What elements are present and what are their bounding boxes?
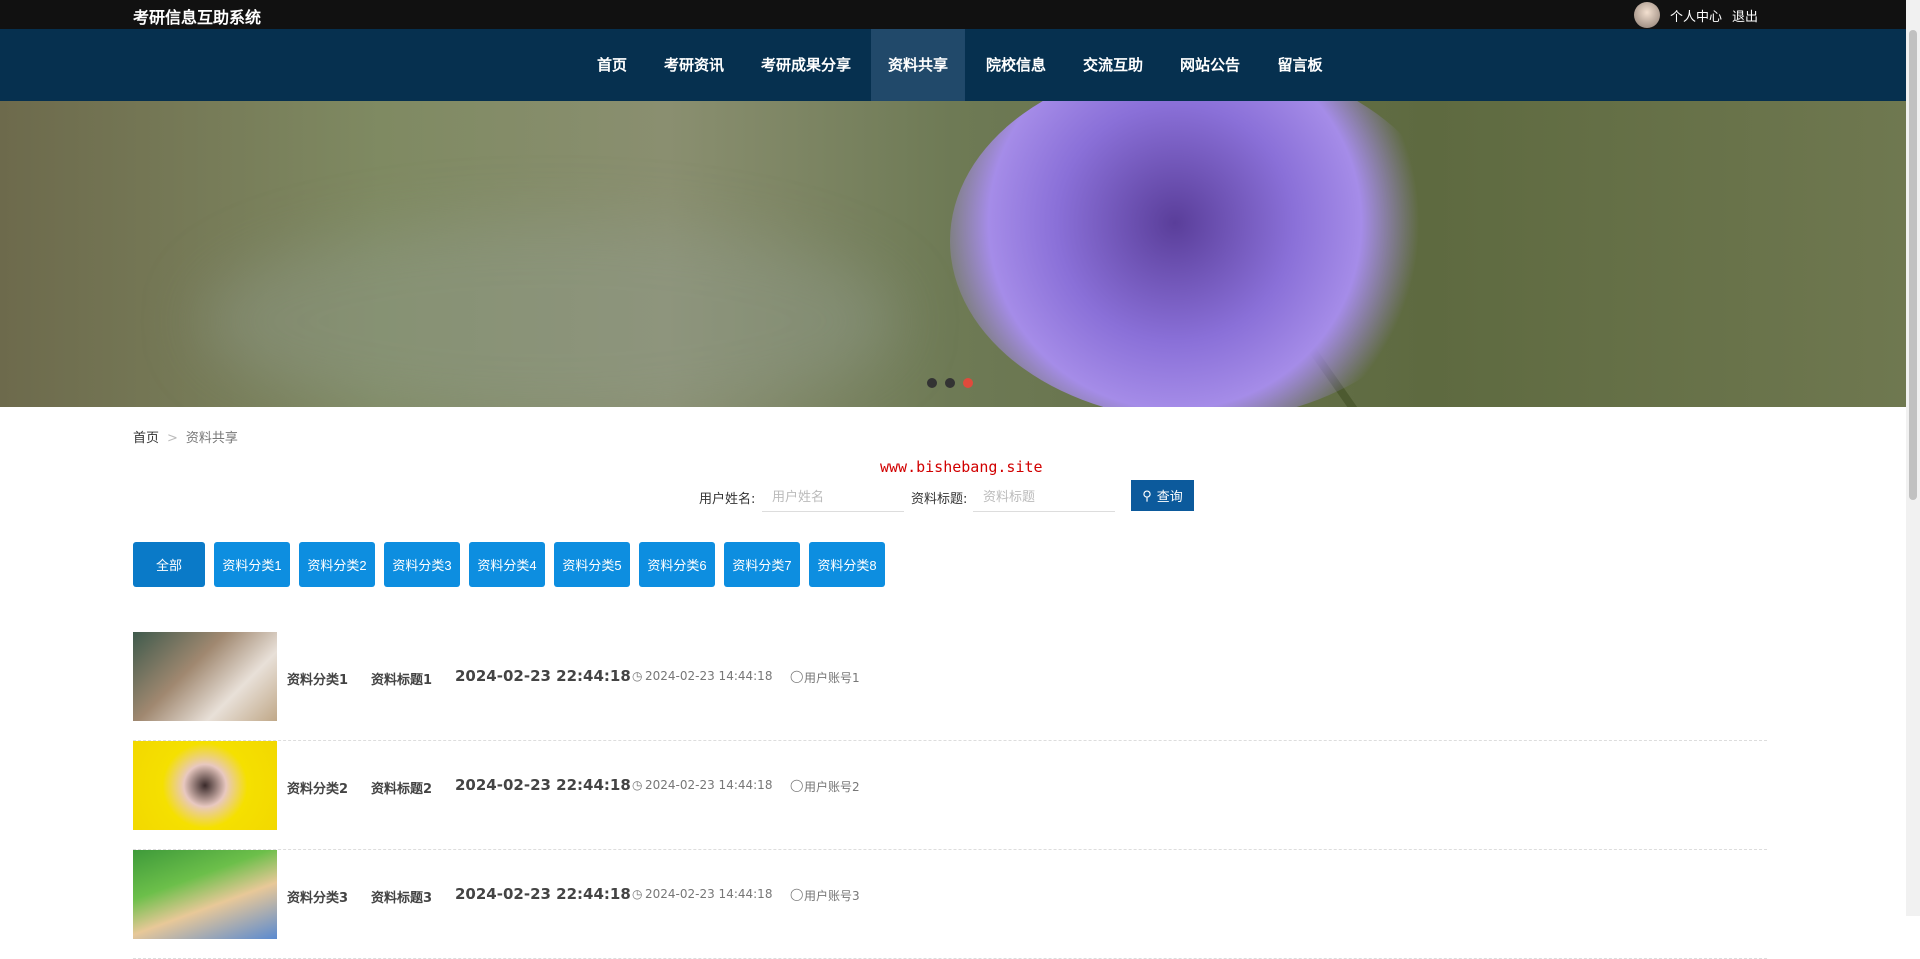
user-icon: ◯ — [790, 887, 804, 901]
carousel-dot-active[interactable] — [963, 378, 973, 388]
user-center-link[interactable]: 个人中心 — [1670, 6, 1722, 25]
main-nav: 首页 考研资讯 考研成果分享 资料共享 院校信息 交流互助 网站公告 留言板 — [0, 29, 1906, 101]
item-time: 2024-02-23 14:44:18 — [645, 887, 773, 901]
item-date: 2024-02-23 22:44:18 — [455, 667, 631, 685]
thumbnail-image[interactable] — [133, 632, 277, 721]
thumbnail-image[interactable] — [133, 850, 277, 939]
query-label: 查询 — [1156, 489, 1183, 504]
category-button[interactable]: 资料分类3 — [384, 542, 460, 587]
logout-link[interactable]: 退出 — [1732, 6, 1758, 25]
clock-icon: ◷ — [632, 887, 643, 901]
banner-bg — [200, 221, 900, 407]
category-all[interactable]: 全部 — [133, 542, 205, 587]
scrollbar[interactable] — [1906, 0, 1920, 916]
title-label: 资料标题: — [911, 492, 968, 507]
item-category: 资料分类2 — [287, 782, 349, 797]
list-item[interactable]: 资料分类1 资料标题1 2024-02-23 22:44:18 ◷ 2024-0… — [133, 632, 1767, 741]
item-date: 2024-02-23 22:44:18 — [455, 776, 631, 794]
search-icon: ⚲ — [1142, 487, 1152, 503]
nav-materials[interactable]: 资料共享 — [870, 29, 966, 101]
clock-icon: ◷ — [632, 669, 643, 683]
carousel-dots — [927, 378, 973, 388]
banner-carousel[interactable] — [0, 101, 1906, 407]
category-button[interactable]: 资料分类5 — [554, 542, 630, 587]
carousel-dot[interactable] — [927, 378, 937, 388]
top-bar: 考研信息互助系统 个人中心 退出 — [0, 0, 1906, 29]
item-title[interactable]: 资料标题2 — [371, 778, 432, 797]
nav-home[interactable]: 首页 — [580, 29, 644, 101]
thumbnail-image[interactable] — [133, 741, 277, 830]
breadcrumb-home[interactable]: 首页 — [133, 431, 159, 446]
title-input[interactable] — [973, 481, 1115, 512]
user-icon: ◯ — [790, 778, 804, 792]
item-time: 2024-02-23 14:44:18 — [645, 669, 773, 683]
nav-news[interactable]: 考研资讯 — [647, 29, 741, 101]
avatar[interactable] — [1633, 2, 1660, 28]
clock-icon: ◷ — [632, 778, 643, 792]
nav-results[interactable]: 考研成果分享 — [744, 29, 868, 101]
nav-schools[interactable]: 院校信息 — [969, 29, 1063, 101]
category-button[interactable]: 资料分类1 — [214, 542, 290, 587]
query-button[interactable]: ⚲ 查询 — [1131, 480, 1194, 511]
item-title[interactable]: 资料标题1 — [371, 669, 432, 688]
nav-notice[interactable]: 网站公告 — [1163, 29, 1257, 101]
item-time: 2024-02-23 14:44:18 — [645, 778, 773, 792]
item-date: 2024-02-23 22:44:18 — [455, 885, 631, 903]
nav-exchange[interactable]: 交流互助 — [1066, 29, 1160, 101]
user-area: 个人中心 退出 — [1633, 2, 1758, 28]
site-title: 考研信息互助系统 — [133, 8, 262, 27]
breadcrumb-current: 资料共享 — [185, 431, 238, 446]
nav-messages[interactable]: 留言板 — [1260, 29, 1339, 101]
scrollbar-thumb[interactable] — [1909, 30, 1917, 500]
list-item[interactable]: 资料分类2 资料标题2 2024-02-23 22:44:18 ◷ 2024-0… — [133, 741, 1767, 850]
category-button[interactable]: 资料分类7 — [724, 542, 800, 587]
breadcrumb: 首页 > 资料共享 — [133, 427, 238, 446]
carousel-dot[interactable] — [945, 378, 955, 388]
item-category: 资料分类3 — [287, 891, 349, 906]
name-input[interactable] — [762, 481, 904, 512]
category-button[interactable]: 资料分类4 — [469, 542, 545, 587]
user-icon: ◯ — [790, 669, 804, 683]
category-button[interactable]: 资料分类2 — [299, 542, 375, 587]
item-account: 用户账号3 — [804, 889, 860, 903]
category-button[interactable]: 资料分类6 — [639, 542, 715, 587]
breadcrumb-sep: > — [167, 431, 178, 446]
item-account: 用户账号1 — [804, 671, 860, 685]
category-filters: 全部 资料分类1 资料分类2 资料分类3 资料分类4 资料分类5 资料分类6 资… — [133, 542, 885, 587]
item-title[interactable]: 资料标题3 — [371, 887, 432, 906]
name-label: 用户姓名: — [699, 492, 756, 507]
list-item[interactable]: 资料分类3 资料标题3 2024-02-23 22:44:18 ◷ 2024-0… — [133, 850, 1767, 959]
item-category: 资料分类1 — [287, 673, 349, 688]
category-button[interactable]: 资料分类8 — [809, 542, 885, 587]
item-account: 用户账号2 — [804, 780, 860, 794]
watermark: www.bishebang.site — [880, 458, 1043, 476]
flower-image — [950, 101, 1450, 407]
